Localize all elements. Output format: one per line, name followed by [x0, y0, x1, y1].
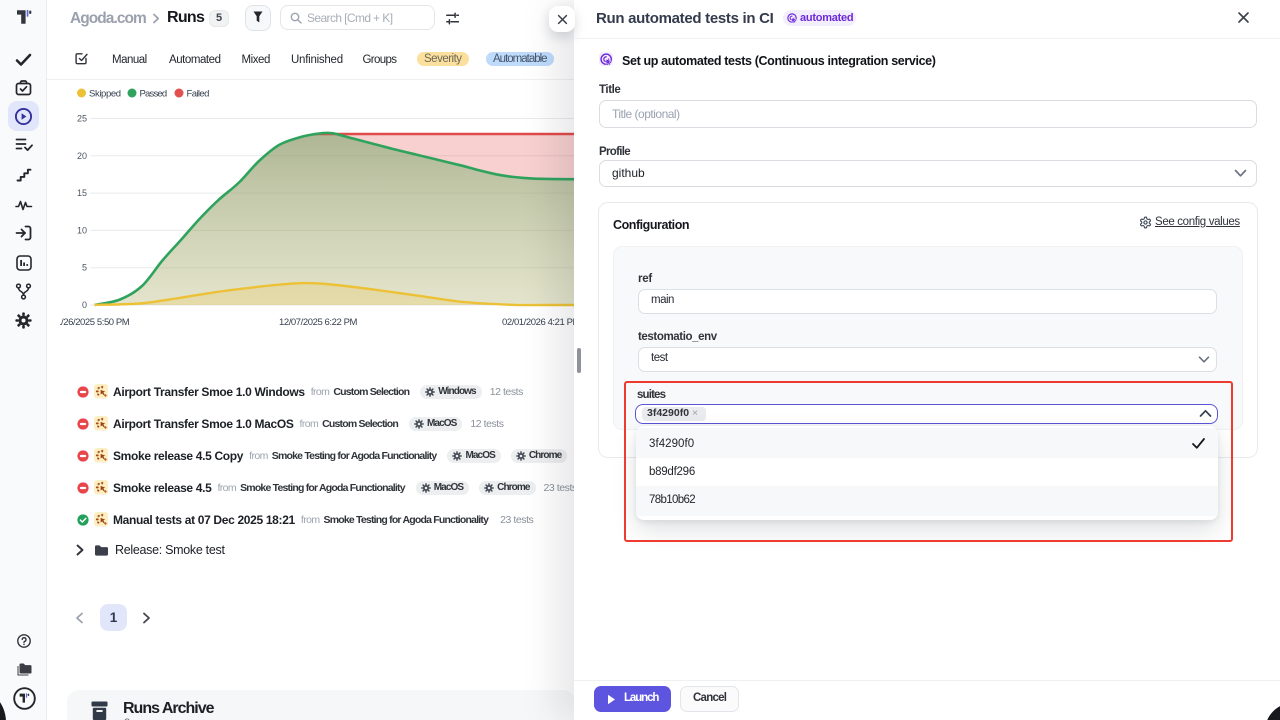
- svg-text:15: 15: [77, 188, 87, 198]
- svg-text:Skipped: Skipped: [89, 89, 121, 100]
- svg-text:5: 5: [82, 263, 87, 273]
- svg-text:Failed: Failed: [187, 89, 210, 100]
- svg-text:02/01/2026 4:21 PM: 02/01/2026 4:21 PM: [502, 317, 575, 328]
- svg-text:25: 25: [77, 114, 87, 124]
- svg-text:20: 20: [77, 151, 87, 161]
- svg-text:11/26/2025 5:50 PM: 11/26/2025 5:50 PM: [52, 317, 130, 328]
- svg-text:12/07/2025 6:22 PM: 12/07/2025 6:22 PM: [279, 317, 358, 328]
- svg-text:Passed: Passed: [140, 89, 167, 100]
- svg-text:0: 0: [82, 300, 87, 310]
- svg-text:10: 10: [77, 225, 87, 235]
